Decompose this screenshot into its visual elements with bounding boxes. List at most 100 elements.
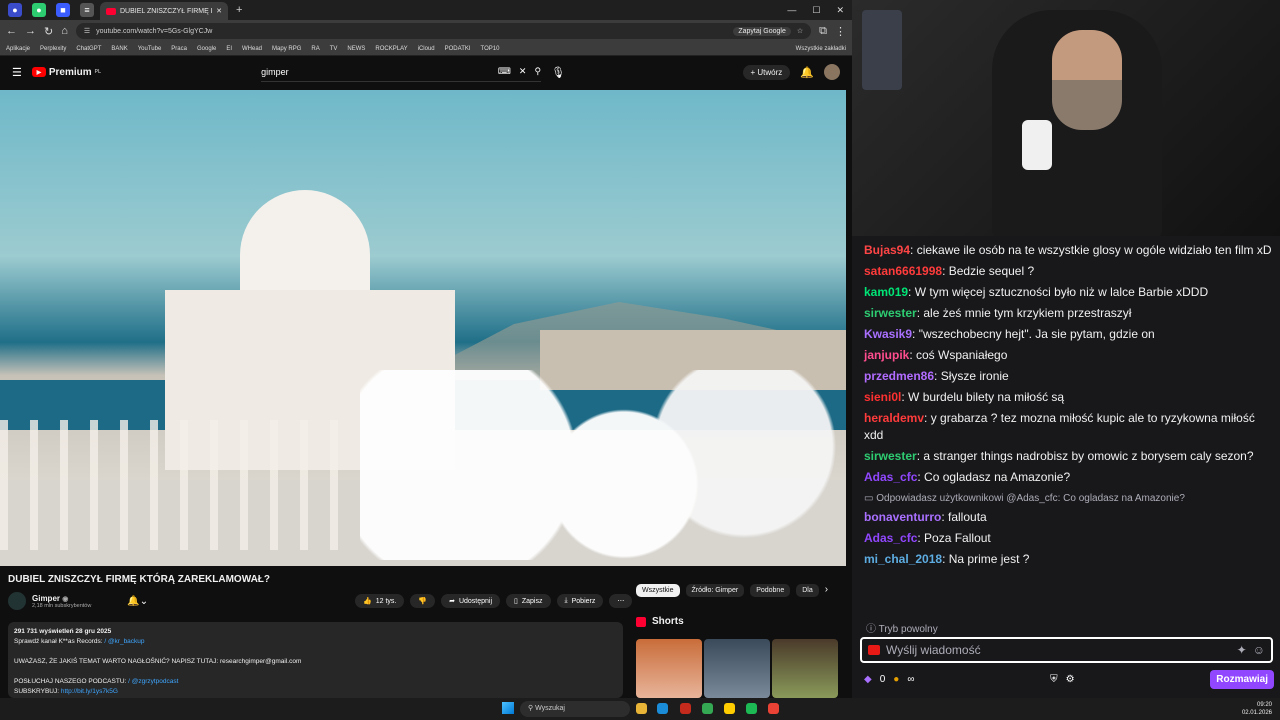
chat-username[interactable]: kam019 [864, 285, 908, 299]
home-icon[interactable]: ⌂ [61, 25, 68, 37]
short-thumbnail[interactable] [704, 639, 770, 698]
chip-all[interactable]: Wszystkie [636, 584, 680, 597]
chrome-icon[interactable] [702, 703, 713, 714]
magic-icon[interactable]: ✦ [1237, 643, 1247, 657]
short-thumbnail[interactable] [772, 639, 838, 698]
url-field[interactable]: ☰ youtube.com/watch?v=5Gs-GlgYCJw Zapyta… [75, 23, 812, 39]
app-icon[interactable] [680, 703, 691, 714]
create-button[interactable]: + Utwórz [742, 64, 791, 80]
bookmark-item[interactable]: ROCKPLAY [375, 46, 407, 52]
maximize-icon[interactable]: ☐ [812, 5, 820, 16]
bookmark-item[interactable]: Aplikacje [6, 46, 30, 52]
menu-icon[interactable]: ⋮ [835, 25, 846, 38]
bookmark-item[interactable]: TV [330, 46, 338, 52]
shield-icon[interactable]: ⛨ [1050, 674, 1058, 685]
like-button[interactable]: 👍 12 tys. [355, 594, 405, 608]
bookmark-item[interactable]: RA [311, 46, 319, 52]
spotify-icon[interactable] [746, 703, 757, 714]
avatar[interactable] [824, 64, 840, 80]
bits-icon[interactable]: ◆ [864, 674, 872, 685]
bookmark-item[interactable]: BANK [111, 46, 127, 52]
desc-link[interactable]: / @zgrzytpodcast [128, 678, 178, 685]
channel-avatar[interactable] [8, 592, 26, 610]
file-explorer-icon[interactable] [636, 703, 647, 714]
tab-active[interactable]: DUBIEL ZNISZCZYŁ FIRMĘ KTÓ ✕ [100, 2, 228, 20]
emote-icon[interactable]: ☺ [1253, 643, 1265, 657]
chat-username[interactable]: sirwester [864, 449, 917, 463]
chip-similar[interactable]: Podobne [750, 584, 791, 597]
desc-link[interactable]: http://bit.ly/1ys7k5G [61, 688, 118, 695]
chat-username[interactable]: Bujas94 [864, 243, 910, 257]
bookmark-item[interactable]: ChatGPT [76, 46, 101, 52]
docs-icon[interactable]: ■ [56, 3, 70, 17]
search-icon[interactable]: ⚲ [534, 66, 541, 77]
dislike-button[interactable]: 👎 [410, 594, 436, 608]
chip-source[interactable]: Źródło: Gimper [685, 584, 745, 597]
video-player[interactable] [0, 90, 846, 566]
hamburger-menu-icon[interactable]: ☰ [12, 66, 22, 79]
chat-username[interactable]: bonaventurro [864, 510, 941, 524]
minimize-icon[interactable]: — [787, 5, 796, 16]
subscription-bell-icon[interactable]: 🔔⌄ [127, 596, 148, 607]
settings-gear-icon[interactable]: ⚙ [1066, 674, 1075, 685]
chat-username[interactable]: przedmen86 [864, 369, 934, 383]
edge-icon[interactable] [657, 703, 668, 714]
chat-username[interactable]: Adas_cfc [864, 531, 917, 545]
chat-username[interactable]: sirwester [864, 306, 917, 320]
system-clock[interactable]: 09:20 02.01.2026 [1242, 701, 1272, 717]
all-bookmarks[interactable]: Wszystkie zakładki [796, 46, 846, 52]
chat-username[interactable]: heraldemv [864, 411, 924, 425]
clear-search-icon[interactable]: ✕ [519, 66, 527, 77]
channel-name[interactable]: Gimper ◉ [32, 594, 91, 603]
channel-points-icon[interactable]: ● [893, 674, 899, 685]
ask-google-button[interactable]: Zapytaj Google [733, 26, 791, 36]
desc-link[interactable]: / @kr_backup [104, 638, 144, 645]
bookmark-item[interactable]: PODATKI [445, 46, 471, 52]
save-button[interactable]: ▯ Zapisz [506, 594, 551, 608]
windows-start-icon[interactable] [502, 702, 514, 714]
profile-icon[interactable]: ● [8, 3, 22, 17]
tab-icon[interactable]: ≡ [80, 3, 94, 17]
chat-username[interactable]: mi_chal_2018 [864, 552, 942, 566]
chrome-alt-icon[interactable] [768, 703, 779, 714]
bookmark-item[interactable]: Google [197, 46, 216, 52]
bookmark-item[interactable]: Praca [171, 46, 187, 52]
microphone-icon[interactable]: 🎙 [551, 66, 565, 79]
close-tab-icon[interactable]: ✕ [216, 7, 222, 15]
new-tab-button[interactable]: + [236, 4, 242, 16]
forward-icon[interactable]: → [25, 25, 36, 37]
chat-username[interactable]: janjupik [864, 348, 909, 362]
bookmark-star-icon[interactable]: ☆ [797, 27, 803, 35]
more-actions-button[interactable]: ⋯ [609, 594, 633, 608]
extension-icon[interactable]: ● [32, 3, 46, 17]
share-button[interactable]: ➦ Udostępnij [441, 594, 501, 608]
chip-for-you[interactable]: Dla [796, 584, 819, 597]
search-input[interactable]: gimper ⌨ ✕ ⚲ [261, 62, 542, 82]
chat-username[interactable]: sieni0l [864, 390, 901, 404]
close-window-icon[interactable]: ✕ [836, 5, 844, 16]
chat-username[interactable]: Kwasik9 [864, 327, 912, 341]
back-icon[interactable]: ← [6, 25, 17, 37]
taskbar-search[interactable]: ⚲ Wyszukaj [520, 701, 630, 717]
chat-username[interactable]: Adas_cfc [864, 470, 917, 484]
bookmark-item[interactable]: TOP10 [481, 46, 500, 52]
bookmark-item[interactable]: YouTube [138, 46, 162, 52]
chat-send-button[interactable]: Rozmawiaj [1210, 670, 1274, 689]
chat-input[interactable]: Wyślij wiadomość ✦ ☺ [860, 637, 1273, 663]
bookmark-item[interactable]: Perplexity [40, 46, 66, 52]
description-box[interactable]: 291 731 wyświetleń 28 gru 2025 Sprawdź k… [8, 622, 623, 698]
bookmark-item[interactable]: EI [226, 46, 232, 52]
keyboard-icon[interactable]: ⌨ [498, 66, 511, 77]
notes-icon[interactable] [724, 703, 735, 714]
youtube-logo[interactable]: ▶ Premium PL [31, 67, 101, 78]
notifications-bell-icon[interactable]: 🔔 [800, 66, 814, 79]
bookmark-item[interactable]: WHead [242, 46, 262, 52]
download-button[interactable]: ⤓ Pobierz [556, 594, 604, 608]
chevron-right-icon[interactable]: › [825, 584, 828, 597]
bookmark-item[interactable]: Mapy RPG [272, 46, 301, 52]
bookmark-item[interactable]: iCloud [418, 46, 435, 52]
bookmark-item[interactable]: NEWS [347, 46, 365, 52]
chat-username[interactable]: satan6661998 [864, 264, 942, 278]
reload-icon[interactable]: ↻ [44, 25, 53, 38]
site-info-icon[interactable]: ☰ [84, 27, 90, 35]
